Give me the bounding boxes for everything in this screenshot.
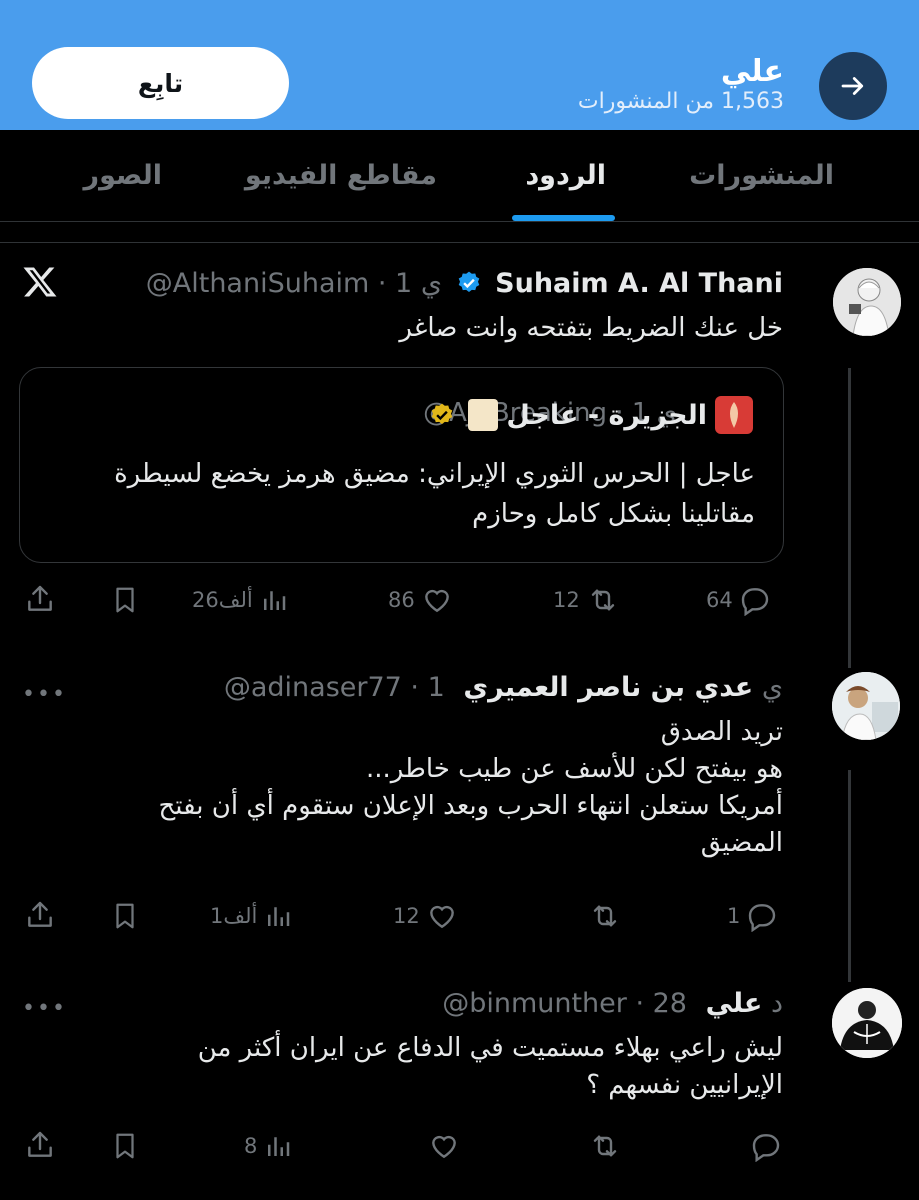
repost-icon	[593, 905, 617, 927]
like-button[interactable]: 86	[388, 584, 453, 616]
post-count: 1,563 من المنشورات	[577, 89, 784, 114]
tweet-text: خل عنك الضريط بتفتحه وانت صاغر	[399, 313, 783, 343]
quote-author-block: الجزيرة - عاجل	[424, 396, 753, 434]
like-button[interactable]: 12	[393, 900, 458, 932]
repost-button[interactable]: 12	[553, 584, 620, 616]
profile-name: علي	[720, 54, 784, 89]
share-icon	[28, 585, 52, 611]
like-count: 12	[393, 904, 420, 928]
author-name[interactable]: Suhaim A. Al Thani	[495, 268, 783, 299]
bookmark-icon	[116, 587, 134, 613]
reply-icon	[741, 588, 768, 616]
reply-button[interactable]: 64	[706, 584, 771, 616]
tab-videos[interactable]: مقاطع الفيديو	[245, 160, 437, 191]
views-button[interactable]: 8	[244, 1130, 293, 1162]
reply-button[interactable]: 1	[727, 900, 778, 932]
repost-count: 12	[553, 588, 580, 612]
author-name[interactable]: علي	[706, 988, 763, 1019]
analytics-icon	[268, 1137, 290, 1156]
avatar[interactable]	[832, 988, 902, 1058]
reply-icon	[749, 904, 776, 932]
divider	[0, 242, 919, 243]
follow-button[interactable]: تابِع	[32, 47, 289, 119]
more-options-icon[interactable]: •••	[22, 996, 67, 1021]
gold-verified-badge-icon	[432, 403, 453, 424]
tweet-text: تريد الصدق هو بيفتح لكن للأسف عن طيب خاط…	[23, 714, 783, 862]
repost-button[interactable]	[588, 900, 622, 932]
thread-connector	[848, 368, 851, 668]
tweet-line: الإيرانيين نفسهم ؟	[586, 1070, 783, 1100]
repost-button[interactable]	[588, 1130, 622, 1162]
profile-header: علي 1,563 من المنشورات تابِع	[0, 0, 919, 130]
share-button[interactable]	[24, 898, 56, 932]
bookmark-button[interactable]	[110, 900, 140, 932]
heart-icon	[424, 589, 449, 613]
view-count: 26ألف	[192, 588, 253, 612]
view-count: 8	[244, 1134, 258, 1158]
like-button[interactable]	[428, 1130, 460, 1162]
tweet-header: @AlthaniSuhaim · 1 ي Suhaim A. Al Thani	[146, 268, 783, 299]
views-button[interactable]: 1ألف	[210, 900, 293, 932]
reply-icon	[752, 1134, 780, 1162]
tweet-text: ليش راعي بهلاء مستميت في الدفاع عن ايران…	[23, 1030, 783, 1104]
tweet-header: @binmunther · 28 د علي	[442, 988, 783, 1019]
profile-tabs: المنشورات الردود مقاطع الفيديو الصور	[0, 130, 919, 222]
bookmark-icon	[116, 1133, 134, 1159]
avatar[interactable]	[833, 268, 901, 336]
repost-icon	[591, 589, 614, 611]
like-count: 86	[388, 588, 415, 612]
verified-badge-icon	[458, 271, 479, 292]
quote-text: عاجل | الحرس الثوري الإيراني: مضيق هرمز …	[114, 459, 755, 529]
tweet-line: المضيق	[700, 828, 783, 858]
aljazeera-logo-icon	[715, 396, 753, 434]
share-button[interactable]	[24, 1128, 56, 1162]
tab-photos[interactable]: الصور	[84, 160, 162, 191]
analytics-icon	[263, 591, 285, 610]
avatar[interactable]	[832, 672, 900, 740]
arrow-right-icon	[841, 77, 864, 95]
bookmark-button[interactable]	[110, 1130, 140, 1162]
tab-posts[interactable]: المنشورات	[689, 160, 834, 191]
views-button[interactable]: 26ألف	[192, 584, 289, 616]
quote-author-name: الجزيرة - عاجل	[506, 399, 707, 431]
tweet-line: هو بيفتح لكن للأسف عن طيب خاطر...	[365, 754, 783, 784]
thread-connector	[848, 770, 851, 982]
active-tab-indicator	[512, 215, 615, 221]
tweet-line: تريد الصدق	[660, 717, 783, 747]
reply-count: 1	[727, 904, 741, 928]
share-icon	[28, 1131, 52, 1157]
x-logo-icon[interactable]	[22, 264, 58, 304]
share-button[interactable]	[24, 582, 56, 616]
tweet-header: @adinaser77 · 1 ي عدي بن ناصر العميري	[224, 672, 783, 703]
quoted-tweet[interactable]: @AJABreaking · 1 ي الجزيرة - عاجل عاجل |…	[19, 367, 784, 563]
tweet-line: أمريكا ستعلن انتهاء الحرب وبعد الإعلان س…	[158, 791, 783, 821]
repost-icon	[593, 1135, 617, 1157]
analytics-icon	[268, 907, 290, 926]
share-icon	[28, 901, 52, 927]
reply-count: 64	[706, 588, 733, 612]
heart-icon	[429, 905, 454, 929]
tweet-line: ليش راعي بهلاء مستميت في الدفاع عن ايران…	[197, 1033, 783, 1063]
bookmark-button[interactable]	[110, 584, 140, 616]
tab-replies[interactable]: الردود	[525, 160, 606, 191]
back-button[interactable]	[819, 52, 887, 120]
view-count: 1ألف	[210, 904, 258, 928]
more-options-icon[interactable]: •••	[22, 682, 67, 707]
reply-button[interactable]	[750, 1130, 782, 1162]
heart-icon	[432, 1135, 456, 1159]
author-name[interactable]: عدي بن ناصر العميري	[463, 672, 753, 703]
aljazeera-badge-icon	[468, 399, 499, 431]
bookmark-icon	[116, 903, 134, 929]
handle-meta[interactable]: @AlthaniSuhaim · 1 ي	[146, 268, 442, 299]
